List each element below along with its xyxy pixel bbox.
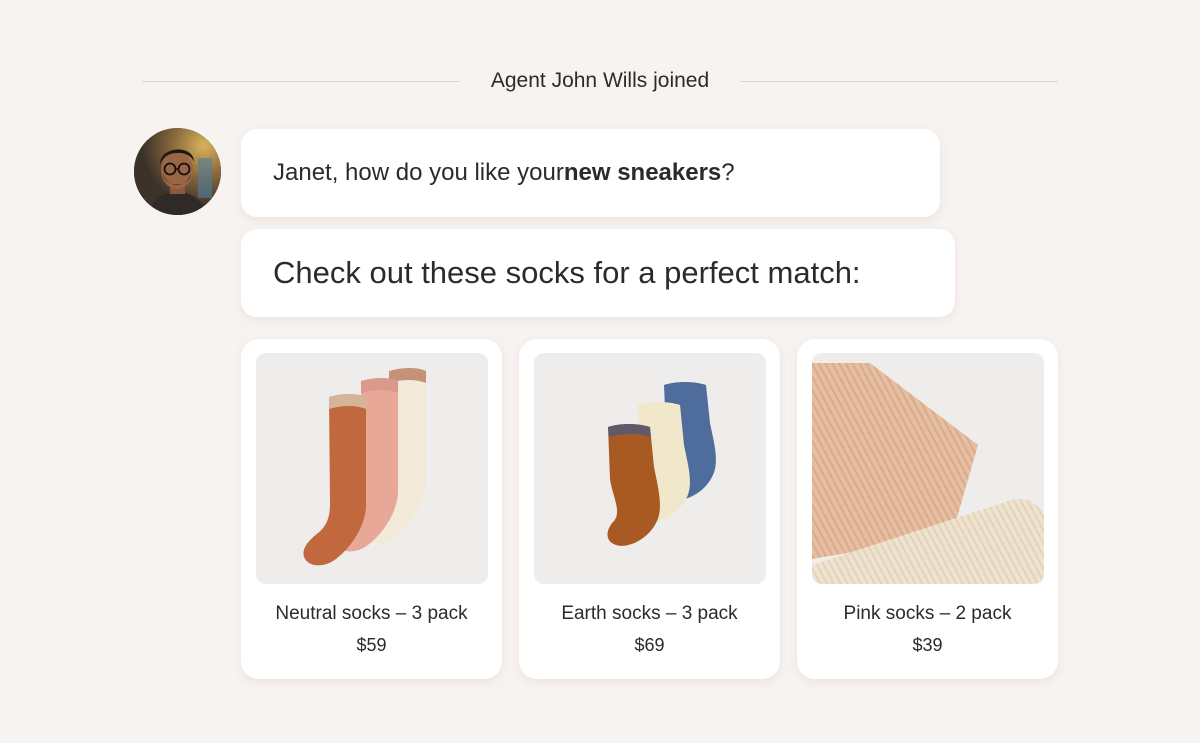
- agent-avatar-image: [134, 128, 221, 215]
- agent-message-bubble: Janet, how do you like your new sneakers…: [241, 129, 940, 217]
- product-image[interactable]: [256, 353, 488, 584]
- agent-message-bubble: Check out these socks for a perfect matc…: [241, 229, 955, 317]
- product-image[interactable]: [812, 353, 1044, 584]
- socks-image: [607, 382, 716, 546]
- divider-left: [142, 80, 460, 82]
- product-card-neutral-socks[interactable]: Neutral socks – 3 pack $59: [241, 339, 502, 679]
- message-emphasis: new sneakers: [563, 159, 722, 186]
- agent-avatar: [134, 128, 221, 215]
- product-name[interactable]: Pink socks – 2 pack: [797, 603, 1058, 625]
- socks-image: [812, 363, 1044, 584]
- product-price: $39: [912, 635, 943, 655]
- message-text: Janet, how do you like your: [273, 159, 564, 186]
- product-price: $69: [634, 635, 665, 655]
- product-image[interactable]: [534, 353, 766, 584]
- agent-joined-text: Agent John Wills joined: [490, 69, 710, 92]
- message-text-end: ?: [721, 159, 735, 186]
- product-card-earth-socks[interactable]: Earth socks – 3 pack $69: [519, 339, 780, 679]
- product-price: $59: [356, 635, 387, 655]
- product-name[interactable]: Earth socks – 3 pack: [519, 603, 780, 625]
- socks-image: [303, 368, 426, 566]
- agent-joined-notice: Agent John Wills joined: [142, 60, 1059, 102]
- product-name[interactable]: Neutral socks – 3 pack: [241, 603, 502, 625]
- divider-right: [740, 80, 1059, 82]
- message-text: Check out these socks for a perfect matc…: [273, 255, 861, 290]
- product-card-pink-socks[interactable]: Pink socks – 2 pack $39: [797, 339, 1058, 679]
